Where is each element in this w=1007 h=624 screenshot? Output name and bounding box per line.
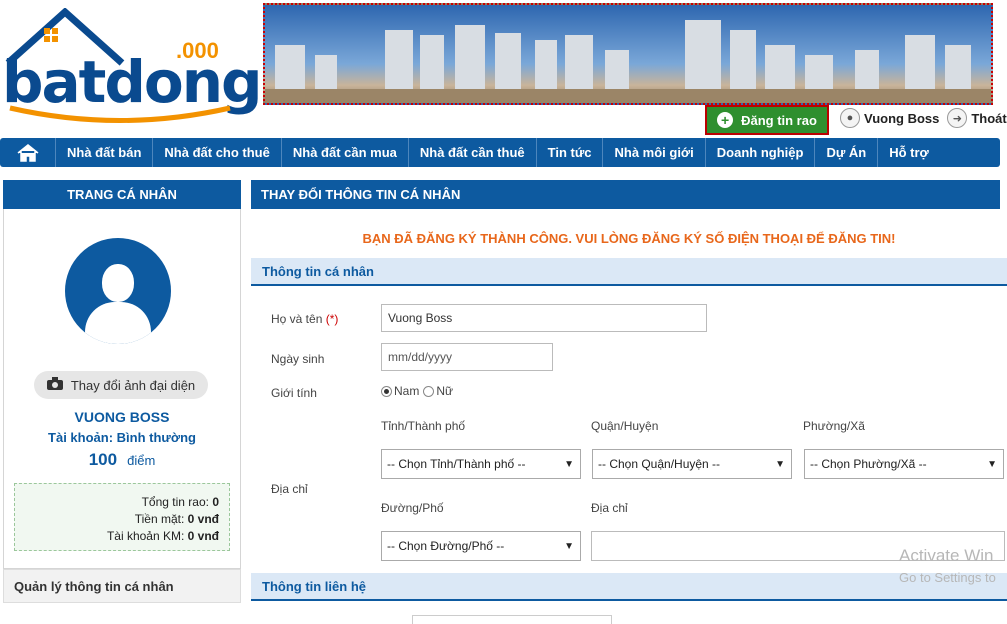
nav-item-want-rent[interactable]: Nhà đất cần thuê <box>409 138 537 167</box>
dob-input[interactable]: mm/dd/yyyy <box>381 343 553 371</box>
stat-row: Tiền mặt: 0 vnđ <box>134 512 219 526</box>
points: 100 điểm <box>3 450 241 470</box>
user-icon: ● <box>840 108 860 128</box>
gender-female-label: Nữ <box>436 384 454 398</box>
address-label: Địa chỉ <box>271 482 308 496</box>
stat-row: Tài khoản KM: 0 vnđ <box>106 529 219 543</box>
fullname-label: Họ và tên (*) <box>271 312 339 326</box>
post-listing-label: Đăng tin rao <box>741 112 817 128</box>
activation-watermark-sub: Go to Settings to <box>899 570 996 585</box>
change-photo-button[interactable]: Thay đổi ảnh đại diện <box>34 371 208 399</box>
gender-label: Giới tính <box>271 386 317 400</box>
province-label: Tỉnh/Thành phố <box>381 419 466 433</box>
manage-info-link[interactable]: Quản lý thông tin cá nhân <box>3 569 241 603</box>
activation-watermark: Activate Win <box>899 546 994 565</box>
profile-name: VUONG BOSS <box>74 409 170 425</box>
contact-input-partial[interactable] <box>412 615 612 624</box>
street-label: Đường/Phố <box>381 501 444 515</box>
nav-item-projects[interactable]: Dự Án <box>815 138 879 167</box>
address-detail-label: Địa chỉ <box>591 501 628 515</box>
chevron-down-icon: ▼ <box>564 540 574 552</box>
chevron-down-icon: ▼ <box>564 458 574 470</box>
stat-row: Tổng tin rao: 0 <box>141 495 219 509</box>
gender-male-radio[interactable] <box>381 385 392 397</box>
account-type: Tài khoản: Bình thường <box>48 430 196 445</box>
logout-link[interactable]: Thoát <box>971 111 1006 126</box>
points-value: 100 <box>88 450 118 469</box>
nav-item-rent[interactable]: Nhà đất cho thuê <box>153 138 282 167</box>
points-unit: điểm <box>127 453 156 468</box>
gender-male-label: Nam <box>394 384 420 398</box>
nav-item-business[interactable]: Doanh nghiệp <box>706 138 816 167</box>
chevron-down-icon: ▼ <box>775 458 785 470</box>
street-select[interactable]: -- Chọn Đường/Phố -- ▼ <box>381 531 581 561</box>
nav-item-sale[interactable]: Nhà đất bán <box>56 138 154 167</box>
main-nav: Nhà đất bán Nhà đất cho thuê Nhà đất cần… <box>0 138 1000 167</box>
user-name-link[interactable]: Vuong Boss <box>864 111 939 126</box>
account-stats: Tổng tin rao: 0 Tiền mặt: 0 vnđ Tài khoả… <box>14 483 230 551</box>
logout-icon[interactable]: ➜ <box>947 108 968 128</box>
district-label: Quận/Huyện <box>591 419 659 433</box>
ward-label: Phường/Xã <box>803 419 865 433</box>
city-skyline-image <box>265 20 991 103</box>
gender-options: Nam Nữ <box>381 384 453 398</box>
page-title: THAY ĐỔI THÔNG TIN CÁ NHÂN <box>251 180 1000 209</box>
home-icon[interactable] <box>0 138 56 167</box>
section-contact-info: Thông tin liên hệ <box>251 573 1007 601</box>
post-listing-button[interactable]: + Đăng tin rao <box>705 105 829 135</box>
nav-item-buy[interactable]: Nhà đất cần mua <box>282 138 409 167</box>
dob-label: Ngày sinh <box>271 352 325 366</box>
district-select[interactable]: -- Chọn Quận/Huyện -- ▼ <box>592 449 792 479</box>
nav-item-support[interactable]: Hỗ trợ <box>878 138 940 167</box>
gender-female-radio[interactable] <box>423 385 435 397</box>
avatar <box>65 238 171 344</box>
required-mark: (*) <box>325 312 339 326</box>
user-area: ● Vuong Boss ➜ Thoát <box>840 108 1007 128</box>
sidebar-title: TRANG CÁ NHÂN <box>3 180 241 209</box>
logo-swoosh-icon <box>9 105 231 123</box>
fullname-input[interactable]: Vuong Boss <box>381 304 707 332</box>
section-personal-info: Thông tin cá nhân <box>251 258 1007 286</box>
nav-item-brokers[interactable]: Nhà môi giới <box>603 138 706 167</box>
plus-icon: + <box>717 112 734 128</box>
change-photo-label: Thay đổi ảnh đại diện <box>70 377 196 393</box>
site-logo[interactable]: .000 batdongsan <box>0 8 372 130</box>
chevron-down-icon: ▼ <box>987 458 997 470</box>
ward-select[interactable]: -- Chọn Phường/Xã -- ▼ <box>804 449 1004 479</box>
nav-item-news[interactable]: Tin tức <box>537 138 604 167</box>
camera-icon <box>46 377 63 393</box>
province-select[interactable]: -- Chọn Tỉnh/Thành phố -- ▼ <box>381 449 581 479</box>
success-message: BẠN ĐÃ ĐĂNG KÝ THÀNH CÔNG. VUI LÒNG ĐĂNG… <box>362 231 896 246</box>
header-banner[interactable] <box>263 3 993 105</box>
